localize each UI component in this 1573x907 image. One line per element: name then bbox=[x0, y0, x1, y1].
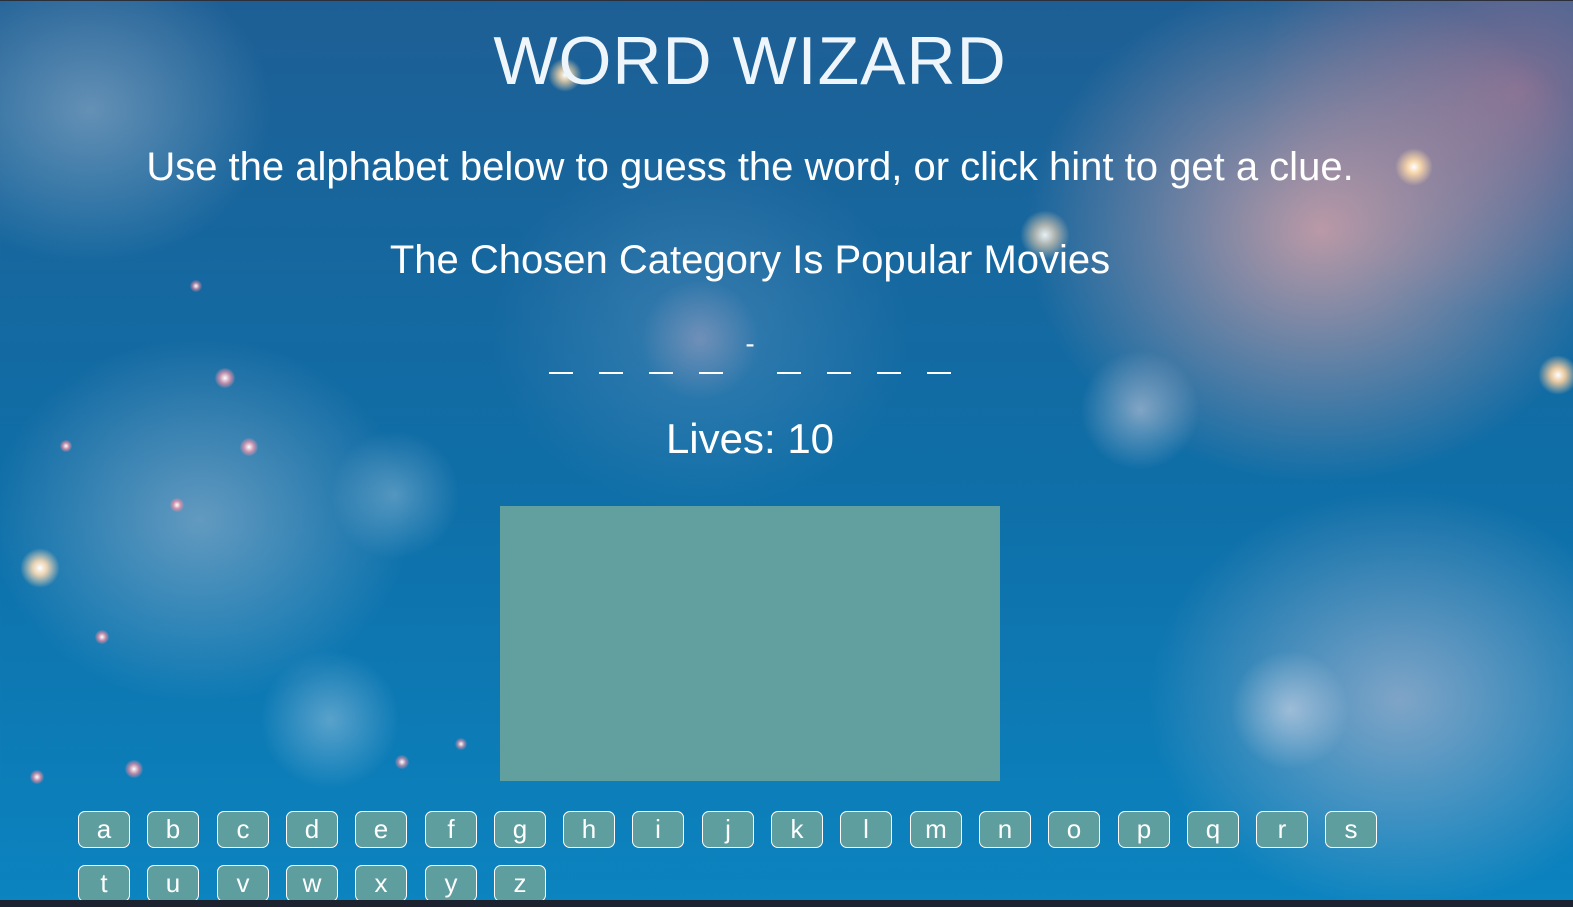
letter-slot: _ bbox=[690, 336, 732, 380]
word-separator: - bbox=[745, 328, 755, 359]
letter-slot: _ bbox=[768, 336, 810, 380]
letter-button-t[interactable]: t bbox=[78, 865, 130, 902]
letter-button-h[interactable]: h bbox=[563, 811, 615, 848]
letter-button-z[interactable]: z bbox=[494, 865, 546, 902]
window-bottom-border bbox=[0, 900, 1573, 907]
letter-slot: _ bbox=[868, 336, 910, 380]
lives-counter: Lives: 10 bbox=[665, 415, 835, 462]
letter-button-f[interactable]: f bbox=[425, 811, 477, 848]
letter-button-v[interactable]: v bbox=[217, 865, 269, 902]
letter-slot: _ bbox=[640, 336, 682, 380]
letter-button-q[interactable]: q bbox=[1187, 811, 1239, 848]
letter-button-y[interactable]: y bbox=[425, 865, 477, 902]
game-title: WORD WIZARD bbox=[493, 23, 1007, 99]
hangman-canvas bbox=[500, 506, 1000, 781]
letter-button-g[interactable]: g bbox=[494, 811, 546, 848]
letter-slot: _ bbox=[590, 336, 632, 380]
letter-button-b[interactable]: b bbox=[147, 811, 199, 848]
letter-button-x[interactable]: x bbox=[355, 865, 407, 902]
game-container: WORD WIZARD Use the alphabet below to gu… bbox=[0, 0, 1500, 900]
letter-button-d[interactable]: d bbox=[286, 811, 338, 848]
word-display: _ _ _ _ - _ _ _ _ bbox=[530, 330, 970, 380]
letter-button-l[interactable]: l bbox=[840, 811, 892, 848]
letter-button-o[interactable]: o bbox=[1048, 811, 1100, 848]
letter-button-r[interactable]: r bbox=[1256, 811, 1308, 848]
letter-button-m[interactable]: m bbox=[910, 811, 962, 848]
letter-button-e[interactable]: e bbox=[355, 811, 407, 848]
category-text: The Chosen Category Is Popular Movies bbox=[389, 238, 1111, 282]
letter-slot: _ bbox=[918, 336, 960, 380]
letter-button-u[interactable]: u bbox=[147, 865, 199, 902]
letter-button-p[interactable]: p bbox=[1118, 811, 1170, 848]
letter-button-a[interactable]: a bbox=[78, 811, 130, 848]
letter-button-c[interactable]: c bbox=[217, 811, 269, 848]
letter-button-w[interactable]: w bbox=[286, 865, 338, 902]
letter-button-j[interactable]: j bbox=[702, 811, 754, 848]
letter-slot: _ bbox=[540, 336, 582, 380]
instructions-text: Use the alphabet below to guess the word… bbox=[146, 145, 1354, 189]
letter-slot: _ bbox=[818, 336, 860, 380]
letter-button-s[interactable]: s bbox=[1325, 811, 1377, 848]
letter-button-i[interactable]: i bbox=[632, 811, 684, 848]
letter-button-n[interactable]: n bbox=[979, 811, 1031, 848]
letter-button-k[interactable]: k bbox=[771, 811, 823, 848]
